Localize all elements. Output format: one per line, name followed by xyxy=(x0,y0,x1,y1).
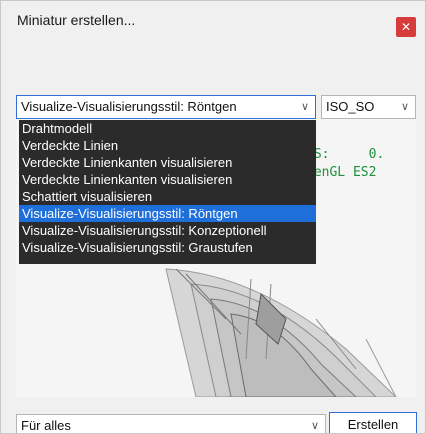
view-select[interactable]: ISO_SO ∨ xyxy=(321,95,416,119)
title-bar: Miniatur erstellen... ✕ xyxy=(1,1,425,41)
dropdown-option[interactable]: Visualize-Visualisierungsstil: Graustufe… xyxy=(19,239,316,256)
create-button[interactable]: Erstellen xyxy=(329,412,417,433)
dropdown-option[interactable]: Visualize-Visualisierungsstil: Konzeptio… xyxy=(19,222,316,239)
close-button[interactable]: ✕ xyxy=(396,17,416,37)
close-icon: ✕ xyxy=(400,20,412,34)
scope-select[interactable]: Für alles ∨ xyxy=(16,414,326,433)
chevron-down-icon: ∨ xyxy=(310,420,319,432)
dropdown-option-selected[interactable]: Visualize-Visualisierungsstil: Röntgen xyxy=(19,205,316,222)
chevron-down-icon: ∨ xyxy=(300,101,309,113)
dropdown-option[interactable]: Verdeckte Linienkanten visualisieren xyxy=(19,154,316,171)
visual-style-select[interactable]: Visualize-Visualisierungsstil: Röntgen ∨ xyxy=(16,95,316,119)
thumbnail-dialog: Miniatur erstellen... ✕ Visualize-Visual… xyxy=(0,0,426,434)
view-select-value: ISO_SO xyxy=(326,99,375,114)
scope-select-value: Für alles xyxy=(21,418,71,433)
viewport-fps-text: PS: 0. xyxy=(306,147,385,162)
viewport-renderer-text: penGL ES2 xyxy=(306,165,377,180)
dropdown-option[interactable]: Drahtmodell xyxy=(19,120,316,137)
dropdown-option[interactable]: Verdeckte Linienkanten visualisieren xyxy=(19,171,316,188)
dropdown-option[interactable]: Verdeckte Linien xyxy=(19,137,316,154)
visual-style-dropdown-list: Drahtmodell Verdeckte Linien Verdeckte L… xyxy=(19,120,316,264)
dropdown-option[interactable]: Schattiert visualisieren xyxy=(19,188,316,205)
chevron-down-icon: ∨ xyxy=(400,101,409,113)
dialog-title: Miniatur erstellen... xyxy=(17,12,136,28)
visual-style-value: Visualize-Visualisierungsstil: Röntgen xyxy=(21,99,237,114)
